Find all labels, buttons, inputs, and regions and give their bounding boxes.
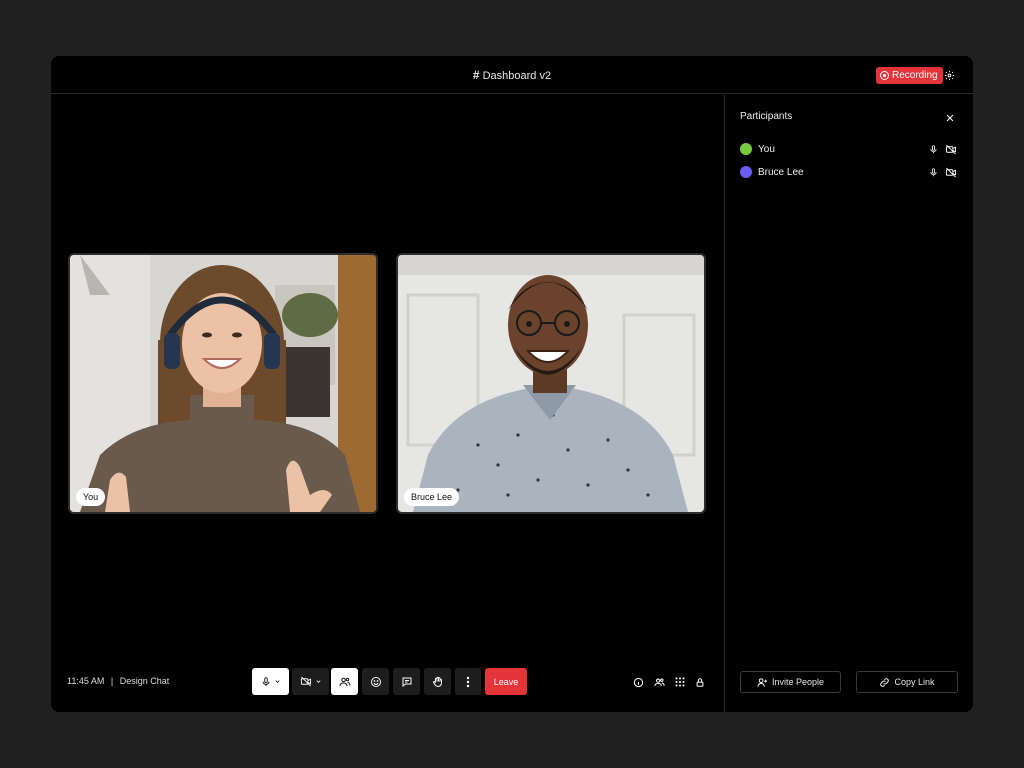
invite-people-label: Invite People <box>771 677 825 687</box>
meeting-title-text: Dashboard v2 <box>482 70 552 82</box>
close-icon[interactable] <box>945 110 957 122</box>
participant-name: Bruce Lee <box>758 166 804 178</box>
chevron-down-icon <box>315 680 321 683</box>
participant-name-tag: Bruce Lee <box>404 488 460 506</box>
participant-name: You <box>758 143 775 155</box>
video-feed-you <box>70 255 376 512</box>
participant-avatar-dot <box>740 166 752 178</box>
participant-row-bruce-lee[interactable]: Bruce Lee <box>740 164 958 180</box>
camera-off-icon[interactable] <box>944 165 958 179</box>
gear-icon[interactable] <box>942 68 956 82</box>
chat-button[interactable] <box>393 668 420 695</box>
mic-button[interactable] <box>252 668 289 695</box>
chat-icon <box>402 677 411 687</box>
meeting-name: Design Chat <box>119 676 170 686</box>
video-tile-bruce-lee[interactable]: Bruce Lee <box>396 253 706 514</box>
emoji-icon <box>370 676 381 687</box>
camera-button[interactable] <box>292 668 329 695</box>
video-stage: You Bruce Lee 11:45 AM | Design Chat Lea… <box>51 95 724 712</box>
camera-off-icon <box>300 676 311 687</box>
info-icon[interactable] <box>631 675 645 689</box>
more-icon <box>466 676 470 687</box>
recording-label: Recording <box>892 70 938 81</box>
participants-button[interactable] <box>331 668 358 695</box>
leave-button[interactable]: Leave <box>485 668 527 695</box>
invite-people-button[interactable]: Invite People <box>740 671 841 693</box>
participant-row-you[interactable]: You <box>740 141 958 157</box>
grid-icon[interactable] <box>673 675 687 689</box>
raise-hand-button[interactable] <box>424 668 451 695</box>
participant-name-tag: You <box>76 488 106 506</box>
video-feed-bruce-lee <box>398 255 704 512</box>
mic-icon <box>262 676 269 686</box>
lock-icon[interactable] <box>693 675 707 689</box>
hand-icon <box>432 676 442 687</box>
top-bar: # Dashboard v2 Recording <box>51 56 973 94</box>
meeting-info: 11:45 AM | Design Chat <box>67 676 169 686</box>
reactions-button[interactable] <box>362 668 389 695</box>
copy-link-label: Copy Link <box>894 677 935 687</box>
recording-badge[interactable]: Recording <box>876 67 943 84</box>
record-icon <box>880 71 889 80</box>
clock-time: 11:45 AM <box>67 676 105 686</box>
add-user-icon <box>757 677 768 687</box>
participant-avatar-dot <box>740 143 752 155</box>
people-icon[interactable] <box>652 675 666 689</box>
call-controls: 11:45 AM | Design Chat Leave <box>51 668 724 696</box>
mic-icon[interactable] <box>926 165 940 179</box>
separator: | <box>110 676 114 686</box>
meeting-window: # Dashboard v2 Recording You Bruce Lee 1… <box>51 56 973 712</box>
more-options-button[interactable] <box>455 668 481 695</box>
participants-panel: Participants You Bruce Lee Invite People… <box>725 95 973 712</box>
meeting-title: # Dashboard v2 <box>51 68 973 82</box>
link-icon <box>880 677 890 687</box>
copy-link-button[interactable]: Copy Link <box>856 671 958 693</box>
chevron-down-icon <box>274 680 280 683</box>
video-tile-you[interactable]: You <box>68 253 378 514</box>
mic-icon[interactable] <box>926 142 940 156</box>
people-icon <box>339 677 350 686</box>
camera-off-icon[interactable] <box>944 142 958 156</box>
panel-title: Participants <box>740 111 793 122</box>
hash-icon: # <box>472 68 480 82</box>
